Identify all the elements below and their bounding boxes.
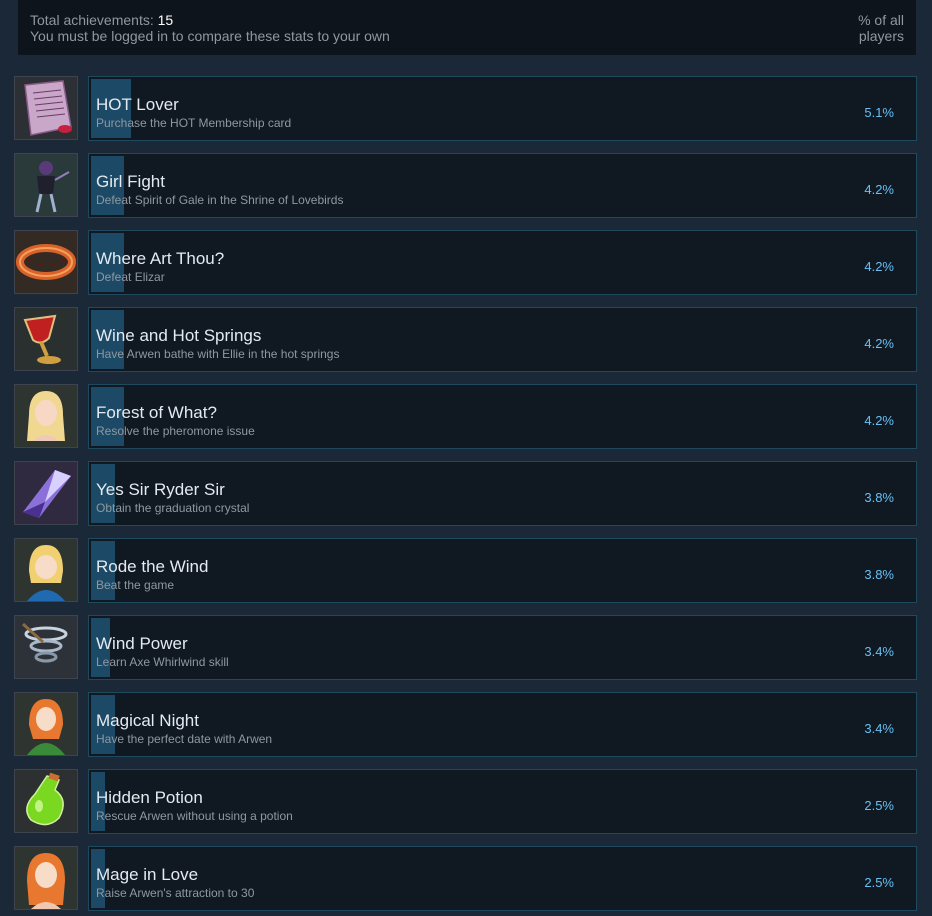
- whirlwind-icon: [14, 615, 78, 679]
- achievement-card: HOT Lover Purchase the HOT Membership ca…: [88, 76, 917, 141]
- achievement-description: Learn Axe Whirlwind skill: [96, 655, 229, 669]
- purple-crystal-icon: [14, 461, 78, 525]
- achievement-description: Beat the game: [96, 578, 175, 592]
- dark-warrior-girl-icon: [14, 153, 78, 217]
- total-achievements-count: 15: [157, 12, 174, 28]
- achievement-description: Obtain the graduation crystal: [96, 501, 250, 515]
- achievement-percent: 4.2%: [864, 259, 894, 274]
- achievement-row[interactable]: Where Art Thou? Defeat Elizar 4.2%: [14, 230, 917, 295]
- achievement-description: Rescue Arwen without using a potion: [96, 809, 293, 823]
- stats-header: Total achievements: 15 You must be logge…: [18, 0, 916, 55]
- achievement-percent: 2.5%: [864, 875, 894, 890]
- achievement-row[interactable]: HOT Lover Purchase the HOT Membership ca…: [14, 76, 917, 141]
- achievement-card: Rode the Wind Beat the game 3.8%: [88, 538, 917, 603]
- achievement-title: Forest of What?: [96, 403, 217, 422]
- blonde-girl-portrait-icon: [14, 384, 78, 448]
- achievement-title: Wind Power: [96, 634, 188, 653]
- achievement-row[interactable]: Mage in Love Raise Arwen's attraction to…: [14, 846, 917, 911]
- achievement-row[interactable]: Rode the Wind Beat the game 3.8%: [14, 538, 917, 603]
- achievement-title: Yes Sir Ryder Sir: [96, 480, 225, 499]
- achievement-description: Resolve the pheromone issue: [96, 424, 255, 438]
- achievement-card: Magical Night Have the perfect date with…: [88, 692, 917, 757]
- achievement-percent: 3.8%: [864, 567, 894, 582]
- achievement-row[interactable]: Forest of What? Resolve the pheromone is…: [14, 384, 917, 449]
- achievement-title: HOT Lover: [96, 95, 179, 114]
- achievement-card: Yes Sir Ryder Sir Obtain the graduation …: [88, 461, 917, 526]
- percent-header-line2: players: [858, 28, 904, 44]
- achievement-description: Have the perfect date with Arwen: [96, 732, 273, 746]
- achievement-row[interactable]: Magical Night Have the perfect date with…: [14, 692, 917, 757]
- achievement-title: Magical Night: [96, 711, 199, 730]
- achievement-percent: 3.8%: [864, 490, 894, 505]
- achievement-card: Forest of What? Resolve the pheromone is…: [88, 384, 917, 449]
- achievement-card: Girl Fight Defeat Spirit of Gale in the …: [88, 153, 917, 218]
- total-achievements-line: Total achievements: 15: [30, 12, 904, 28]
- achievement-description: Defeat Spirit of Gale in the Shrine of L…: [96, 193, 344, 207]
- achievement-description: Raise Arwen's attraction to 30: [96, 886, 255, 900]
- wine-goblet-icon: [14, 307, 78, 371]
- achievement-description: Defeat Elizar: [96, 270, 165, 284]
- achievement-percent: 3.4%: [864, 644, 894, 659]
- achievement-title: Girl Fight: [96, 172, 165, 191]
- blonde-girl-blue-dress-icon: [14, 538, 78, 602]
- achievement-card: Hidden Potion Rescue Arwen without using…: [88, 769, 917, 834]
- achievement-description: Have Arwen bathe with Ellie in the hot s…: [96, 347, 340, 361]
- total-achievements-label: Total achievements:: [30, 12, 154, 28]
- orange-hair-girl-portrait-icon: [14, 846, 78, 910]
- achievement-percent: 3.4%: [864, 721, 894, 736]
- achievement-percent: 4.2%: [864, 336, 894, 351]
- orange-hair-girl-green-dress-icon: [14, 692, 78, 756]
- achievement-title: Hidden Potion: [96, 788, 203, 807]
- love-letter-icon: [14, 76, 78, 140]
- percent-header-line1: % of all: [858, 12, 904, 28]
- login-note: You must be logged in to compare these s…: [30, 28, 390, 44]
- achievement-row[interactable]: Yes Sir Ryder Sir Obtain the graduation …: [14, 461, 917, 526]
- achievement-row[interactable]: Wind Power Learn Axe Whirlwind skill 3.4…: [14, 615, 917, 680]
- green-potion-icon: [14, 769, 78, 833]
- achievement-percent: 5.1%: [864, 105, 894, 120]
- achievement-row[interactable]: Girl Fight Defeat Spirit of Gale in the …: [14, 153, 917, 218]
- achievement-card: Mage in Love Raise Arwen's attraction to…: [88, 846, 917, 911]
- achievement-percent: 4.2%: [864, 413, 894, 428]
- achievement-row[interactable]: Hidden Potion Rescue Arwen without using…: [14, 769, 917, 834]
- achievement-title: Wine and Hot Springs: [96, 326, 262, 345]
- achievement-percent: 4.2%: [864, 182, 894, 197]
- engraved-ring-icon: [14, 230, 78, 294]
- achievement-percent: 2.5%: [864, 798, 894, 813]
- achievement-card: Wind Power Learn Axe Whirlwind skill 3.4…: [88, 615, 917, 680]
- achievement-title: Where Art Thou?: [96, 249, 225, 268]
- achievement-description: Purchase the HOT Membership card: [96, 116, 292, 130]
- percent-column-header: % of all players: [858, 12, 904, 44]
- achievement-card: Where Art Thou? Defeat Elizar 4.2%: [88, 230, 917, 295]
- achievement-card: Wine and Hot Springs Have Arwen bathe wi…: [88, 307, 917, 372]
- achievement-row[interactable]: Wine and Hot Springs Have Arwen bathe wi…: [14, 307, 917, 372]
- achievement-title: Rode the Wind: [96, 557, 209, 576]
- achievement-title: Mage in Love: [96, 865, 199, 884]
